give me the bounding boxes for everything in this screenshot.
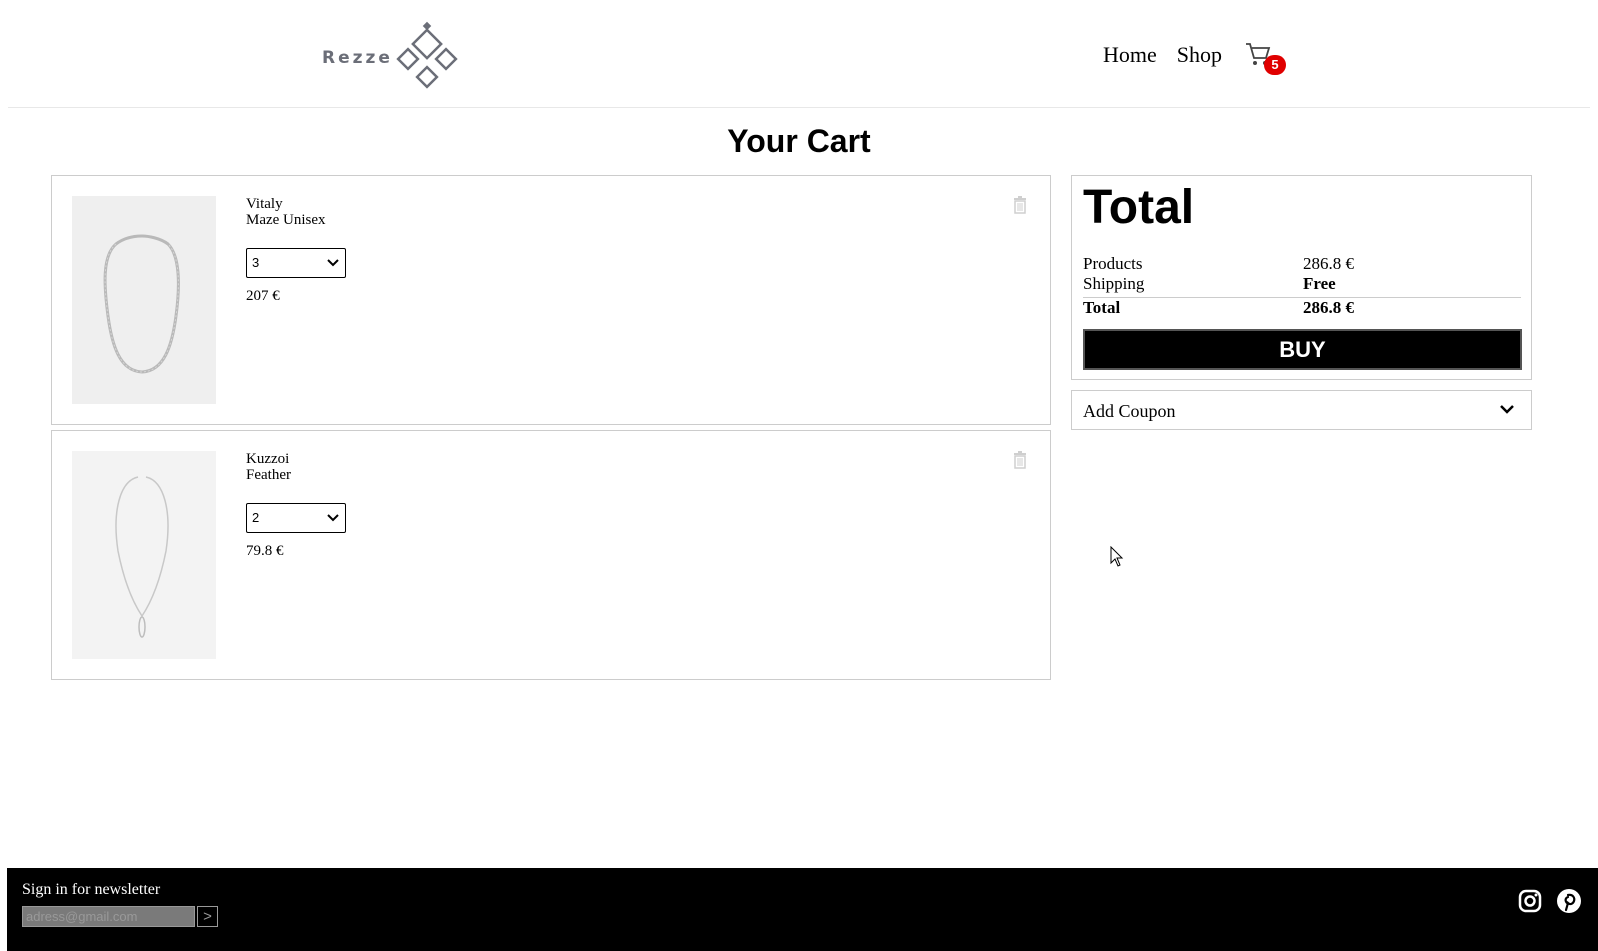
order-summary: Total Products 286.8 € Shipping Free Tot… [1071,175,1532,380]
products-value: 286.8 € [1303,254,1354,273]
products-label: Products [1083,254,1143,273]
newsletter-label: Sign in for newsletter [22,881,161,898]
summary-divider [1083,297,1521,298]
total-value: 286.8 € [1303,298,1354,317]
summary-heading: Total [1083,181,1195,234]
trash-icon[interactable] [1013,196,1027,214]
item-price: 207 € [246,288,280,304]
total-label: Total [1083,298,1121,317]
nav-shop-link[interactable]: Shop [1177,42,1222,68]
item-brand: Vitaly [246,196,283,212]
coupon-label: Add Coupon [1083,401,1176,421]
buy-button[interactable]: BUY [1083,329,1522,370]
page-title: Your Cart [727,123,871,159]
cart-count-badge: 5 [1264,55,1287,75]
brand-logo[interactable]: Rezze [322,18,472,92]
add-coupon-toggle[interactable]: Add Coupon [1071,390,1532,430]
logo-text: Rezze [322,48,393,68]
item-brand: Kuzzoi [246,451,290,467]
newsletter-submit-button[interactable]: > [197,906,218,927]
logo-diamonds-icon [396,21,458,89]
chevron-down-icon [327,514,339,522]
item-model: Feather [246,467,291,483]
shipping-value: Free [1303,274,1336,293]
site-footer: Sign in for newsletter adress@gmail.com … [7,868,1598,951]
necklace-chain-image [103,234,180,374]
necklace-feather-image [115,476,169,638]
chevron-down-icon [327,259,339,267]
quantity-value: 3 [252,255,260,270]
chevron-down-icon [1500,405,1514,414]
trash-icon[interactable] [1013,451,1027,469]
quantity-value: 2 [252,510,260,525]
site-header: Rezze Home Shop 5 [8,0,1590,108]
cart-item: Vitaly Maze Unisex 3 207 € [51,175,1051,425]
quantity-select[interactable]: 2 [246,503,346,533]
item-model: Maze Unisex [246,212,326,228]
shipping-label: Shipping [1083,274,1145,293]
cart-button[interactable]: 5 [1244,40,1287,75]
product-image[interactable] [72,451,216,659]
mouse-cursor-icon [1110,546,1124,567]
newsletter-email-input[interactable]: adress@gmail.com [22,906,195,927]
quantity-select[interactable]: 3 [246,248,346,278]
nav-home-link[interactable]: Home [1103,42,1157,68]
item-price: 79.8 € [246,543,284,559]
main-nav: Home Shop 5 [1103,40,1287,75]
pinterest-icon[interactable] [1556,888,1582,914]
product-image[interactable] [72,196,216,404]
cart-item: Kuzzoi Feather 2 79.8 € [51,430,1051,680]
instagram-icon[interactable] [1517,888,1543,914]
